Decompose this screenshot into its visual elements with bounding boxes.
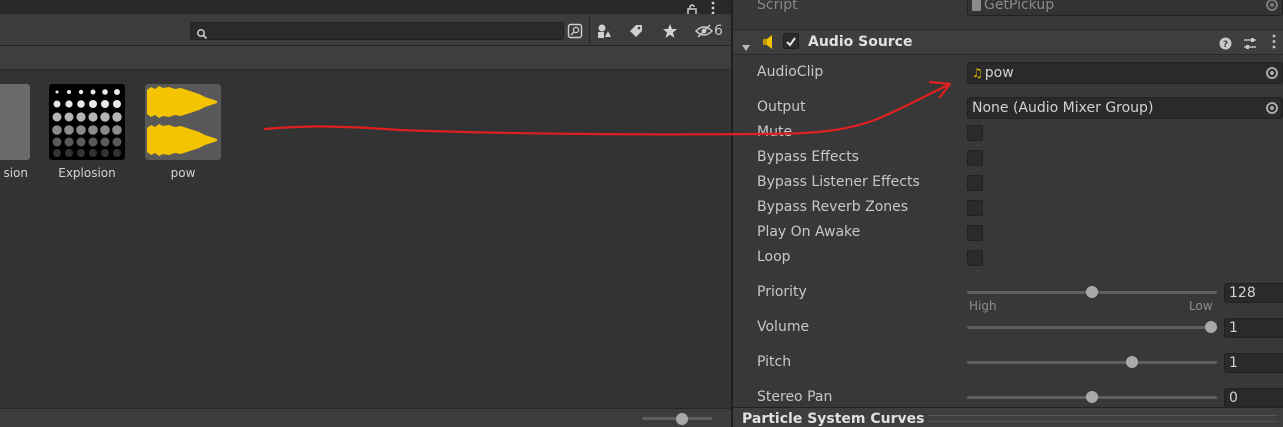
annotation-arrow-line xyxy=(263,83,950,136)
annotation-arrow xyxy=(263,80,952,136)
